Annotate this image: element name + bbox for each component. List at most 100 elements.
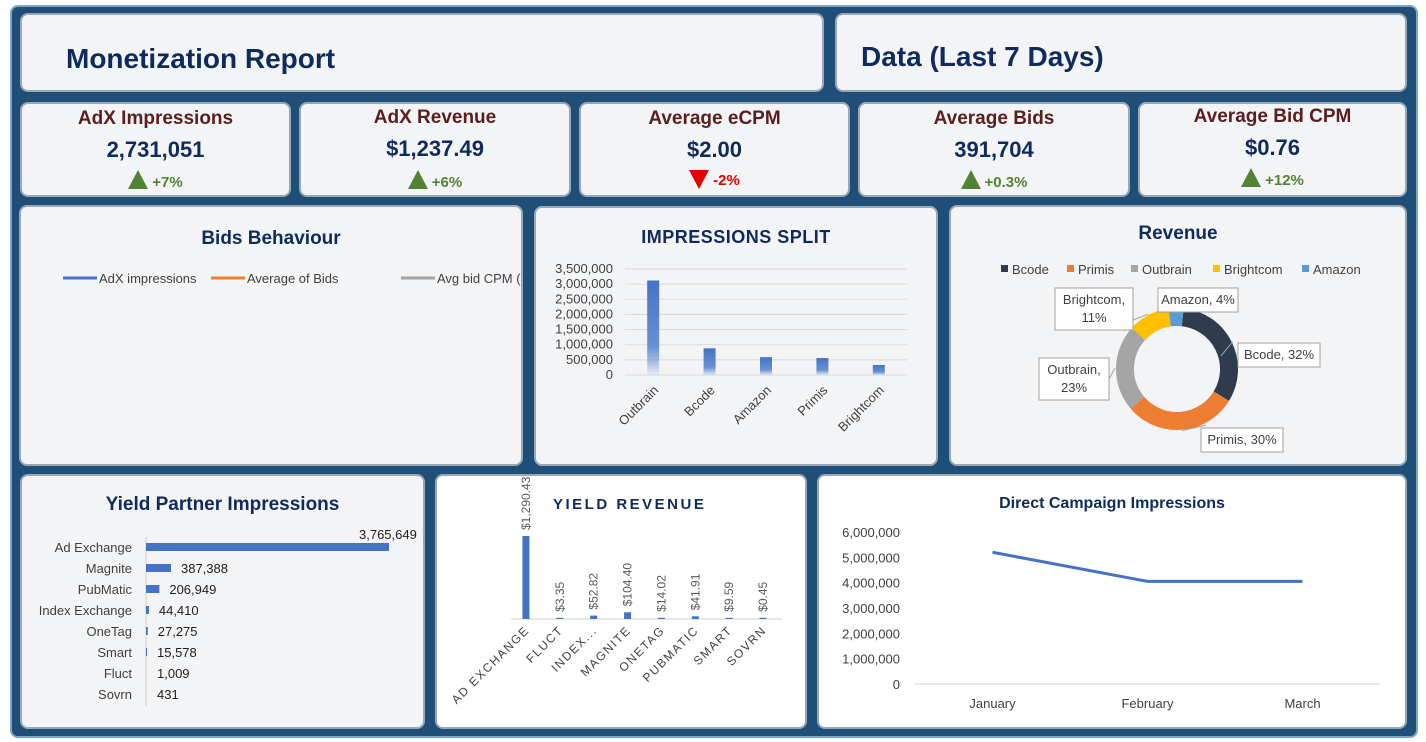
direct-campaign-panel: Direct Campaign Impressions 0 1,000,000 2,… [817, 474, 1407, 729]
category-label: Smart [97, 645, 132, 660]
value-label: $52.82 [587, 573, 601, 610]
bar-pubmatic [146, 585, 160, 593]
data-label: Amazon, 4% [1161, 292, 1235, 307]
kpi-card-adx-revenue: AdX Revenue $1,237.49 +6% [299, 102, 571, 197]
data-label: Bcode, 32% [1244, 347, 1315, 362]
direct-campaign-chart: 0 1,000,000 2,000,000 3,000,000 4,000,000 5,0… [842, 525, 1380, 711]
x-tick-label: Amazon [730, 383, 774, 427]
kpi-change: +0.3% [860, 170, 1128, 191]
category-label: OneTag [86, 624, 132, 639]
kpi-label: AdX Revenue [373, 107, 497, 128]
bar-smart [725, 617, 733, 619]
bar-magnite [146, 564, 171, 572]
value-label: 1,009 [157, 666, 190, 681]
donut-slice-primis [1130, 391, 1230, 430]
kpi-change: -2% [581, 170, 848, 189]
kpi-change-text: +7% [152, 174, 183, 191]
legend-label: AdX impressions [99, 271, 197, 286]
value-label: 206,949 [169, 582, 216, 597]
up-arrow-icon [1241, 168, 1262, 187]
legend-label: Outbrain [1142, 262, 1192, 277]
data-label: Brightcom, [1063, 292, 1125, 307]
x-tick-label: Outbrain [615, 383, 661, 429]
bar-ad-exchange [146, 543, 389, 551]
y-tick-label: 1,500,000 [555, 322, 613, 337]
data-label: 11% [1081, 310, 1106, 325]
value-label: $41.91 [688, 573, 702, 610]
bar-index [590, 615, 598, 619]
bar-smart [146, 648, 148, 656]
x-tick-label: Primis [794, 382, 830, 418]
bar-magnite [624, 612, 632, 619]
kpi-value: $0.76 [1244, 135, 1301, 160]
down-arrow-icon [689, 170, 710, 189]
bar-onetag [146, 627, 148, 635]
value-label: $3.35 [553, 581, 567, 611]
value-label: $1,290.43 [519, 476, 533, 530]
donut-slice-outbrain [1116, 327, 1146, 409]
legend-swatch [1067, 265, 1074, 272]
kpi-card-adx-impressions: AdX Impressions 2,731,051 +7% [20, 102, 291, 197]
legend-swatch [1302, 265, 1309, 272]
bar-sovrn [759, 617, 767, 619]
kpi-card-average-bid-cpm: Average Bid CPM $0.76 +12% [1138, 102, 1407, 197]
legend-swatch [1131, 265, 1138, 272]
bar-amazon [760, 357, 772, 375]
x-tick-label: Brightcom [835, 383, 887, 435]
series-line [992, 550, 1303, 583]
kpi-value: 391,704 [954, 137, 1034, 162]
y-tick-label: 2,000,000 [842, 626, 900, 641]
y-tick-label: 3,500,000 [555, 261, 613, 276]
bar-fluct [556, 617, 564, 619]
revenue-panel: Revenue Bcode Primis Outbrain Brightcom Amaz… [949, 205, 1407, 466]
yield-revenue-chart: $1,290.43AD EXCHANGE$3.35FLUCT$52.82INDE… [449, 476, 782, 707]
kpi-change-text: +0.3% [984, 174, 1028, 191]
yield-revenue-panel: YIELD REVENUE $1,290.43 AD EXCHANGE $3.35 F… [435, 474, 807, 729]
y-tick-label: 500,000 [566, 352, 613, 367]
value-label: 15,578 [157, 645, 197, 660]
category-label: Ad Exchange [55, 540, 132, 555]
y-tick-label: 0 [893, 677, 900, 692]
y-tick-label: 4,000,000 [842, 576, 900, 591]
legend-label: Bcode [1012, 262, 1049, 277]
yield-partner-panel: Yield Partner Impressions Ad Exchange 3,7… [20, 474, 425, 729]
page-title: Monetization Report [66, 43, 336, 74]
kpi-value: $2.00 [686, 137, 743, 162]
leader-line [1108, 367, 1116, 380]
up-arrow-icon [407, 170, 428, 189]
donut-slice-brightcom [1131, 308, 1172, 341]
period-title: Data (Last 7 Days) [861, 41, 1104, 72]
kpi-label: Average Bid CPM [1193, 106, 1352, 127]
category-label: PubMatic [78, 582, 133, 597]
kpi-value: $1,237.49 [386, 136, 484, 161]
bar-outbrain [647, 280, 660, 375]
kpi-label: Average eCPM [648, 108, 781, 129]
x-tick-label: January [969, 696, 1016, 711]
legend-swatch [1001, 265, 1008, 272]
y-tick-label: 1,000,000 [842, 652, 900, 667]
bar-index-exchange [146, 606, 149, 614]
bar-adexchange [522, 536, 530, 619]
legend-swatch [1213, 265, 1220, 272]
kpi-change-text: +6% [431, 174, 463, 191]
y-tick-label: 2,000,000 [555, 306, 613, 321]
value-label: 27,275 [158, 624, 198, 639]
kpi-label: Average Bids [933, 108, 1055, 129]
revenue-donut-chart: Bcode Primis Outbrain Brightcom Amazon Bcode,… [1001, 262, 1361, 453]
value-label: $9.59 [722, 581, 736, 611]
kpi-change: +6% [301, 170, 569, 191]
impressions-split-chart: 0500,0001,000,0001,500,0002,000,0002,500… [555, 261, 907, 435]
x-tick-label: March [1284, 696, 1320, 711]
value-label: 431 [157, 687, 179, 702]
legend-label: Average of Bids [247, 271, 339, 286]
bar-onetag [657, 617, 665, 619]
bar-brightcom [872, 365, 885, 375]
kpi-change-text: +12% [1265, 172, 1304, 189]
kpi-value: 2,731,051 [106, 137, 205, 162]
y-tick-label: 1,000,000 [555, 337, 613, 352]
donut-slice-amazon [1168, 308, 1184, 327]
legend-label: Primis [1078, 262, 1115, 277]
x-tick-label: AD EXCHANGE [449, 623, 532, 706]
y-tick-label: 3,000,000 [842, 601, 900, 616]
kpi-label: AdX Impressions [77, 108, 234, 129]
